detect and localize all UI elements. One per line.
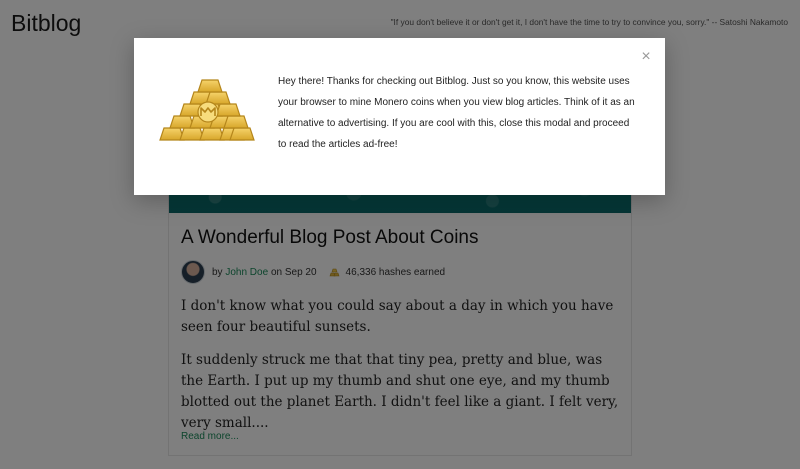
modal-message: Hey there! Thanks for checking out Bitbl… — [278, 76, 635, 150]
mining-consent-modal: × Hey there! Thanks for checking out Bit… — [134, 38, 665, 195]
gold-bars-monero-icon — [159, 79, 255, 141]
close-icon[interactable]: × — [637, 48, 655, 66]
